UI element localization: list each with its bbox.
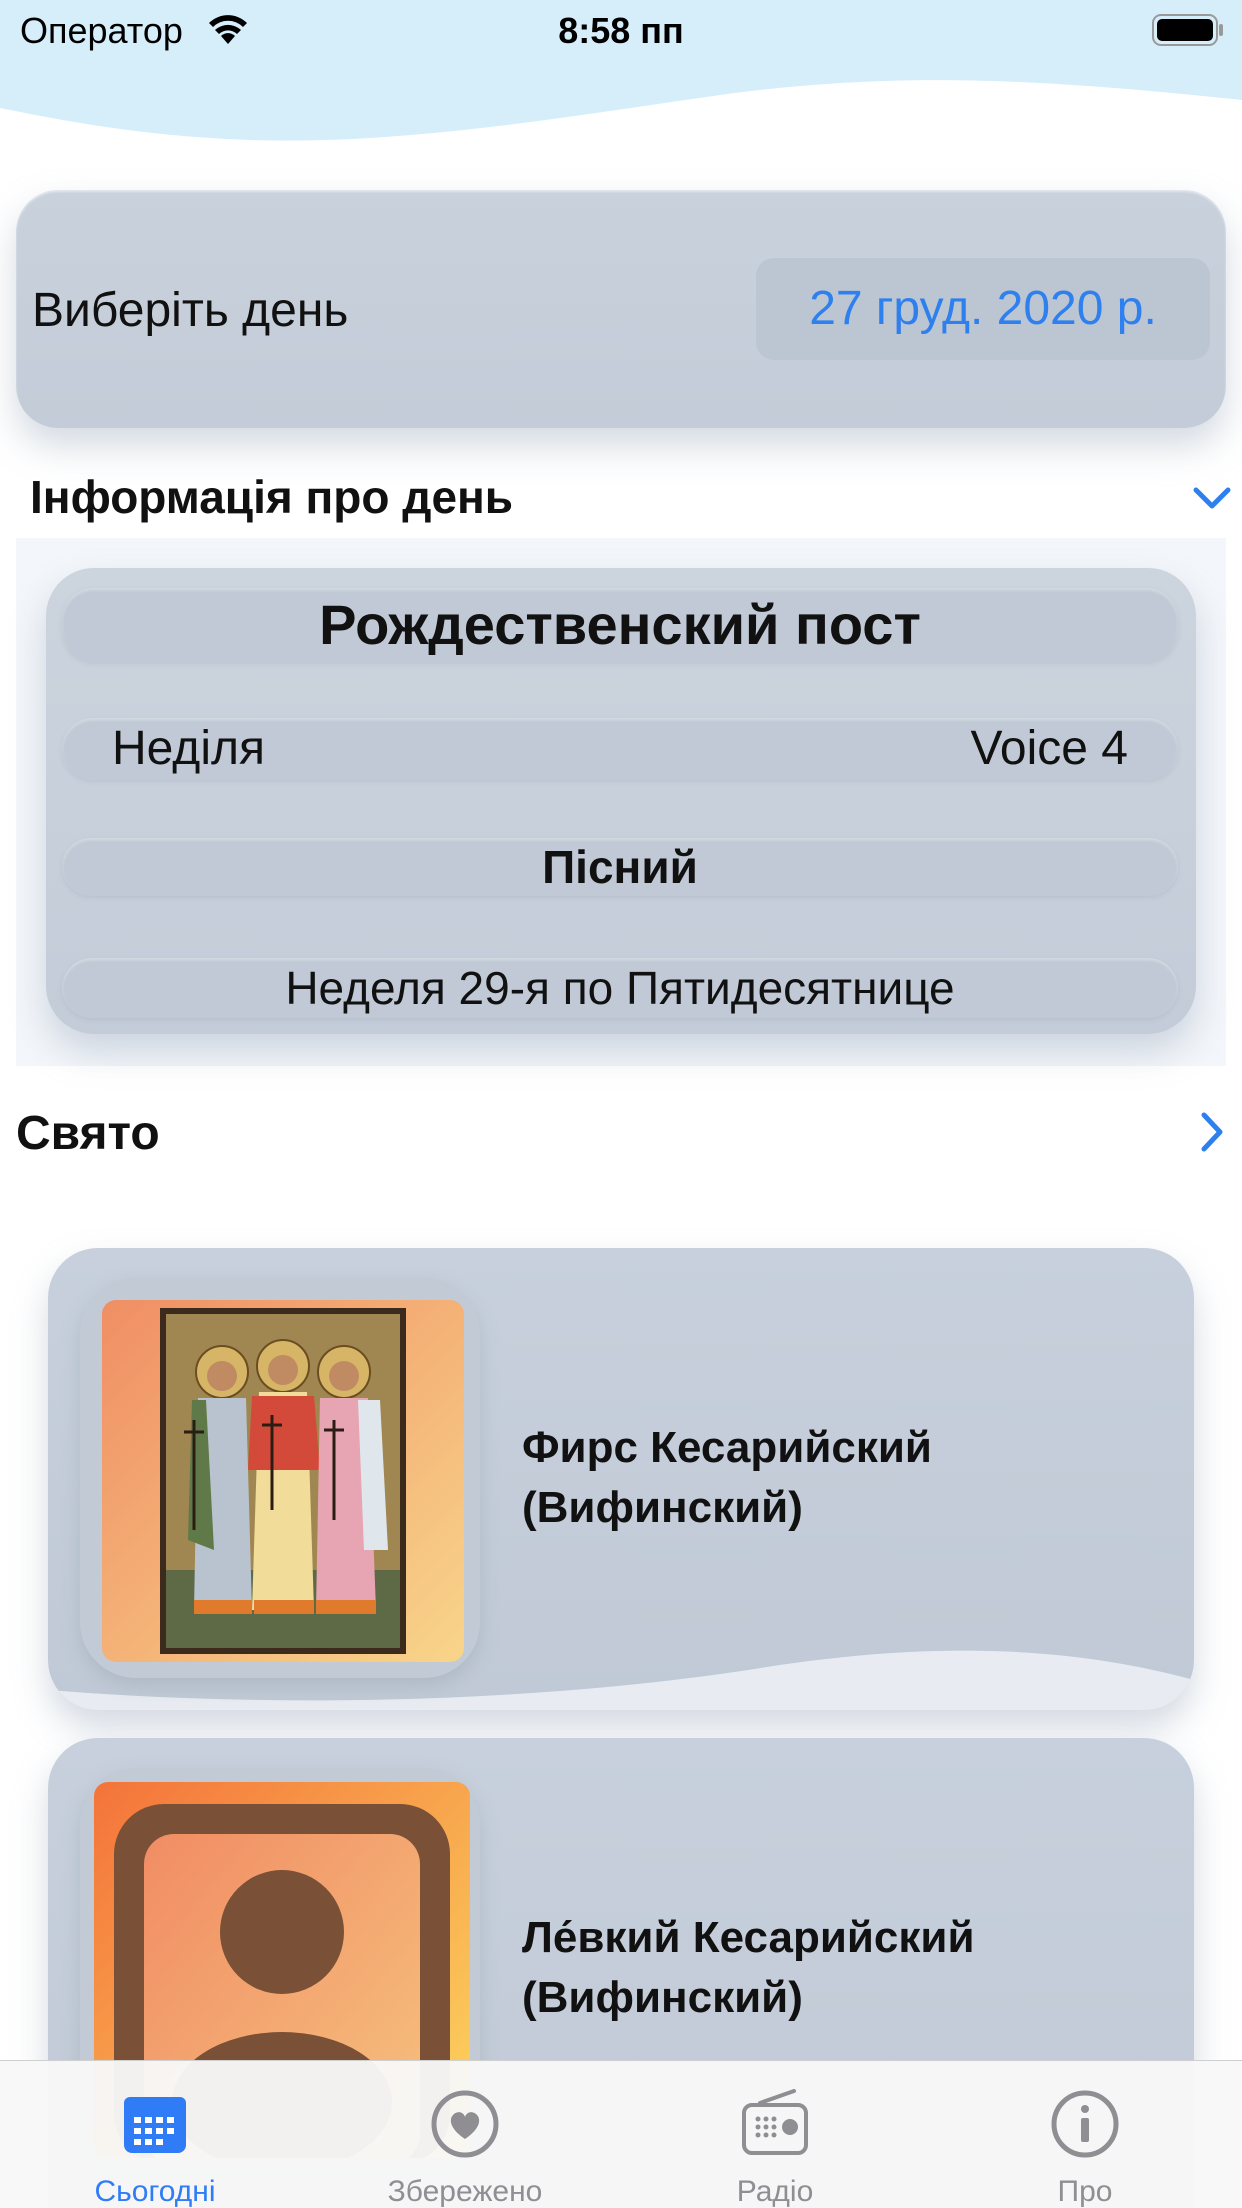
day-info-title[interactable]: Інформація про день <box>30 470 513 524</box>
calendar-icon <box>124 2097 186 2153</box>
tab-today[interactable]: Сьогодні <box>0 2061 310 2208</box>
status-bar: Оператор 8:58 пп <box>0 0 1242 64</box>
saint-name: Фирс Кесарийский (Вифинский) <box>522 1423 932 1532</box>
voice-label: Voice 4 <box>970 722 1128 775</box>
tab-label: Сьогодні <box>94 2175 216 2208</box>
saint-image-frame <box>80 1278 480 1678</box>
date-picker-button[interactable]: 27 груд. 2020 р. <box>756 258 1210 360</box>
day-type-label: Пісний <box>542 841 698 893</box>
weekday-pill: Неділя Voice 4 <box>62 718 1178 780</box>
saint-card[interactable]: Фирс Кесарийский (Вифинский) <box>48 1248 1194 1710</box>
week-label: Неделя 29-я по Пятидесятнице <box>285 962 955 1014</box>
info-icon <box>1051 2090 1119 2158</box>
tab-about[interactable]: Про <box>930 2061 1240 2208</box>
tab-saved[interactable]: Збережено <box>310 2061 620 2208</box>
tab-label: Про <box>1057 2175 1113 2208</box>
radio-icon <box>742 2089 808 2155</box>
day-type-pill: Пісний <box>62 838 1178 896</box>
weekday-label: Неділя <box>112 722 265 775</box>
feast-title[interactable]: Свято <box>16 1106 160 1161</box>
heart-icon <box>431 2090 499 2158</box>
chevron-right-icon[interactable] <box>1196 1110 1226 1154</box>
saint-name: Ле́вкий Кесарийский (Вифинский) <box>522 1913 975 2022</box>
chevron-down-icon[interactable] <box>1192 482 1232 512</box>
week-pill: Неделя 29-я по Пятидесятнице <box>62 958 1178 1018</box>
clock: 8:58 пп <box>558 10 684 51</box>
tab-radio[interactable]: Радіо <box>620 2061 930 2208</box>
icon-of-three-saints <box>102 1300 464 1662</box>
tab-bar: Сьогодні Збережено Радіо Про <box>0 2060 1242 2208</box>
date-picker-label: Виберіть день <box>32 284 349 337</box>
fast-pill: Рождественский пост <box>62 588 1178 662</box>
tab-label: Радіо <box>736 2175 814 2208</box>
date-picker-card: Виберіть день 27 груд. 2020 р. <box>16 190 1226 428</box>
day-info-card: Рождественский пост Неділя Voice 4 Пісни… <box>46 568 1196 1034</box>
tab-label: Збережено <box>387 2175 543 2208</box>
battery-icon <box>1152 14 1223 46</box>
fast-name: Рождественский пост <box>319 593 921 656</box>
